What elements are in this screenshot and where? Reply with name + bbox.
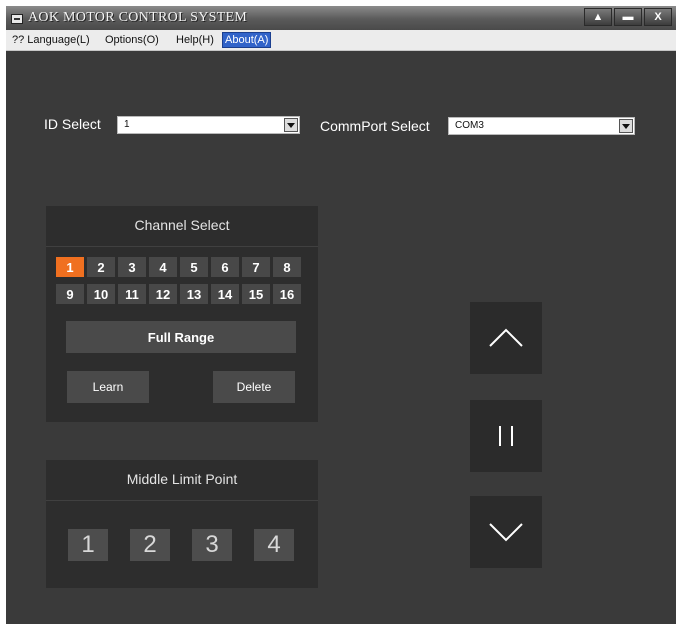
chevron-up-icon bbox=[489, 328, 523, 347]
app-window: AOK MOTOR CONTROL SYSTEM ▲ ▬ X ?? Langua… bbox=[6, 6, 676, 624]
channel-button-15[interactable]: 15 bbox=[242, 284, 270, 304]
pause-button[interactable] bbox=[470, 400, 542, 472]
learn-button[interactable]: Learn bbox=[67, 371, 149, 403]
delete-button[interactable]: Delete bbox=[213, 371, 295, 403]
close-button[interactable]: X bbox=[644, 8, 672, 26]
move-up-button[interactable] bbox=[470, 302, 542, 374]
middle-limit-point-title: Middle Limit Point bbox=[126, 471, 238, 487]
commport-select-dropdown[interactable]: COM3 bbox=[448, 117, 635, 135]
channel-button-6[interactable]: 6 bbox=[211, 257, 239, 277]
app-menu-icon[interactable] bbox=[11, 14, 23, 24]
pause-icon bbox=[499, 426, 513, 446]
channel-button-10[interactable]: 10 bbox=[87, 284, 115, 304]
channel-button-13[interactable]: 13 bbox=[180, 284, 208, 304]
title-bar[interactable]: AOK MOTOR CONTROL SYSTEM ▲ ▬ X bbox=[6, 6, 676, 30]
channel-button-7[interactable]: 7 bbox=[242, 257, 270, 277]
channel-button-14[interactable]: 14 bbox=[211, 284, 239, 304]
middle-point-button-4[interactable]: 4 bbox=[254, 529, 294, 561]
middle-point-button-3[interactable]: 3 bbox=[192, 529, 232, 561]
restore-button[interactable]: ▲ bbox=[584, 8, 612, 26]
panel-divider bbox=[46, 500, 318, 501]
channel-button-8[interactable]: 8 bbox=[273, 257, 301, 277]
id-select-value: 1 bbox=[124, 119, 130, 130]
full-range-button[interactable]: Full Range bbox=[66, 321, 296, 353]
minimize-button[interactable]: ▬ bbox=[614, 8, 642, 26]
dropdown-arrow-icon[interactable] bbox=[619, 119, 633, 133]
channel-select-panel: Channel Select 1 2 3 4 5 6 7 8 9 10 11 1… bbox=[46, 206, 318, 422]
menu-bar: ?? Language(L) Options(O) Help(H) About(… bbox=[6, 30, 676, 51]
menu-language[interactable]: ?? Language(L) bbox=[10, 33, 92, 47]
commport-select-value: COM3 bbox=[455, 120, 484, 131]
commport-select-label: CommPort Select bbox=[320, 118, 430, 134]
dropdown-arrow-icon[interactable] bbox=[284, 118, 298, 132]
id-select-dropdown[interactable]: 1 bbox=[117, 116, 300, 134]
channel-button-9[interactable]: 9 bbox=[56, 284, 84, 304]
channel-button-12[interactable]: 12 bbox=[149, 284, 177, 304]
channel-button-11[interactable]: 11 bbox=[118, 284, 146, 304]
menu-help[interactable]: Help(H) bbox=[174, 33, 216, 47]
window-controls: ▲ ▬ X bbox=[584, 8, 672, 26]
channel-button-1[interactable]: 1 bbox=[56, 257, 84, 277]
panel-divider bbox=[46, 246, 318, 247]
channel-button-5[interactable]: 5 bbox=[180, 257, 208, 277]
menu-options[interactable]: Options(O) bbox=[103, 33, 161, 47]
move-down-button[interactable] bbox=[470, 496, 542, 568]
chevron-down-icon bbox=[489, 523, 523, 542]
middle-limit-point-panel: Middle Limit Point 1 2 3 4 bbox=[46, 460, 318, 588]
channel-select-title: Channel Select bbox=[134, 217, 230, 233]
middle-point-button-2[interactable]: 2 bbox=[130, 529, 170, 561]
channel-button-16[interactable]: 16 bbox=[273, 284, 301, 304]
id-select-label: ID Select bbox=[44, 116, 101, 132]
channel-button-4[interactable]: 4 bbox=[149, 257, 177, 277]
middle-point-button-1[interactable]: 1 bbox=[68, 529, 108, 561]
window-title: AOK MOTOR CONTROL SYSTEM bbox=[28, 10, 248, 25]
menu-about[interactable]: About(A) bbox=[222, 32, 272, 48]
channel-button-3[interactable]: 3 bbox=[118, 257, 146, 277]
channel-button-2[interactable]: 2 bbox=[87, 257, 115, 277]
